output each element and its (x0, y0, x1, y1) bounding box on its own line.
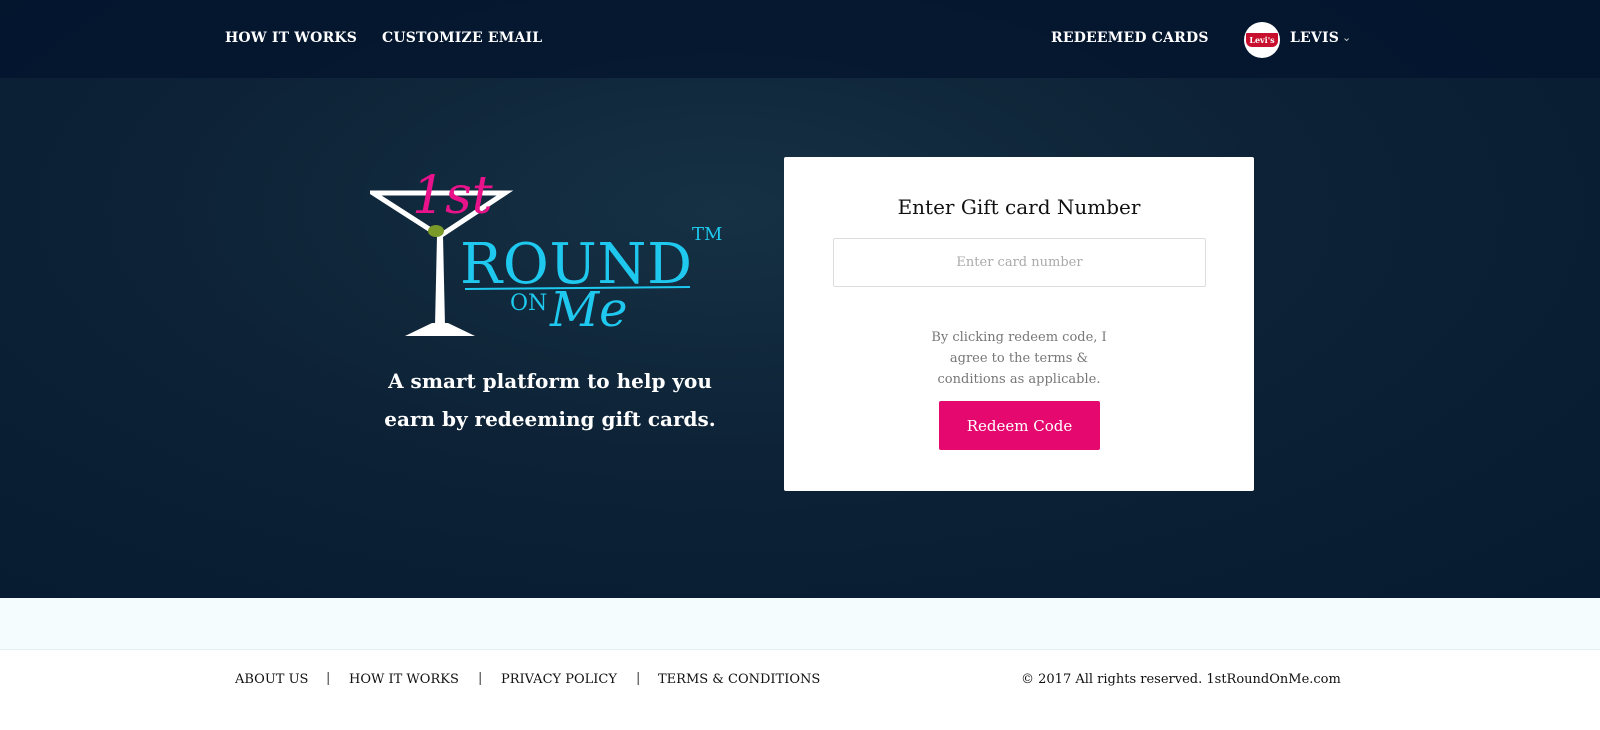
redeem-code-button[interactable]: Redeem Code (939, 401, 1100, 450)
footer-separator: | (478, 671, 483, 686)
nav-how-it-works[interactable]: HOW IT WORKS (225, 30, 357, 46)
redeem-card: Enter Gift card Number By clicking redee… (784, 157, 1254, 491)
tagline: A smart platform to help you earn by red… (360, 362, 740, 438)
logo-tm: TM (692, 224, 722, 245)
footer-separator: | (636, 671, 641, 686)
chevron-down-icon[interactable]: ⌄ (1342, 31, 1351, 44)
levis-logo: Levi's (1246, 33, 1278, 47)
user-menu[interactable]: LEVIS (1290, 30, 1339, 46)
card-number-input[interactable] (833, 238, 1206, 287)
logo-me: Me (549, 282, 628, 338)
logo-on: ON (510, 291, 547, 316)
terms-text: By clicking redeem code, I agree to the … (931, 330, 1107, 387)
footer-terms[interactable]: TERMS & CONDITIONS (658, 672, 820, 687)
footer-strip (0, 598, 1600, 650)
card-title: Enter Gift card Number (897, 195, 1141, 219)
footer-about-us[interactable]: ABOUT US (235, 672, 308, 687)
top-nav: HOW IT WORKS CUSTOMIZE EMAIL REDEEMED CA… (0, 0, 1600, 78)
nav-redeemed-cards[interactable]: REDEEMED CARDS (1051, 30, 1209, 46)
brand-logo: 1st ROUND TM ON Me (370, 166, 722, 338)
footer-privacy-policy[interactable]: PRIVACY POLICY (501, 672, 617, 687)
copyright: © 2017 All rights reserved. 1stRoundOnMe… (1021, 672, 1341, 687)
logo-first: 1st (412, 166, 493, 226)
footer-separator: | (326, 671, 331, 686)
nav-customize-email[interactable]: CUSTOMIZE EMAIL (382, 30, 542, 46)
tagline-line-1: A smart platform to help you (388, 369, 712, 393)
tagline-line-2: earn by redeeming gift cards. (384, 407, 716, 431)
footer-how-it-works[interactable]: HOW IT WORKS (349, 672, 459, 687)
avatar[interactable]: Levi's (1244, 22, 1280, 58)
